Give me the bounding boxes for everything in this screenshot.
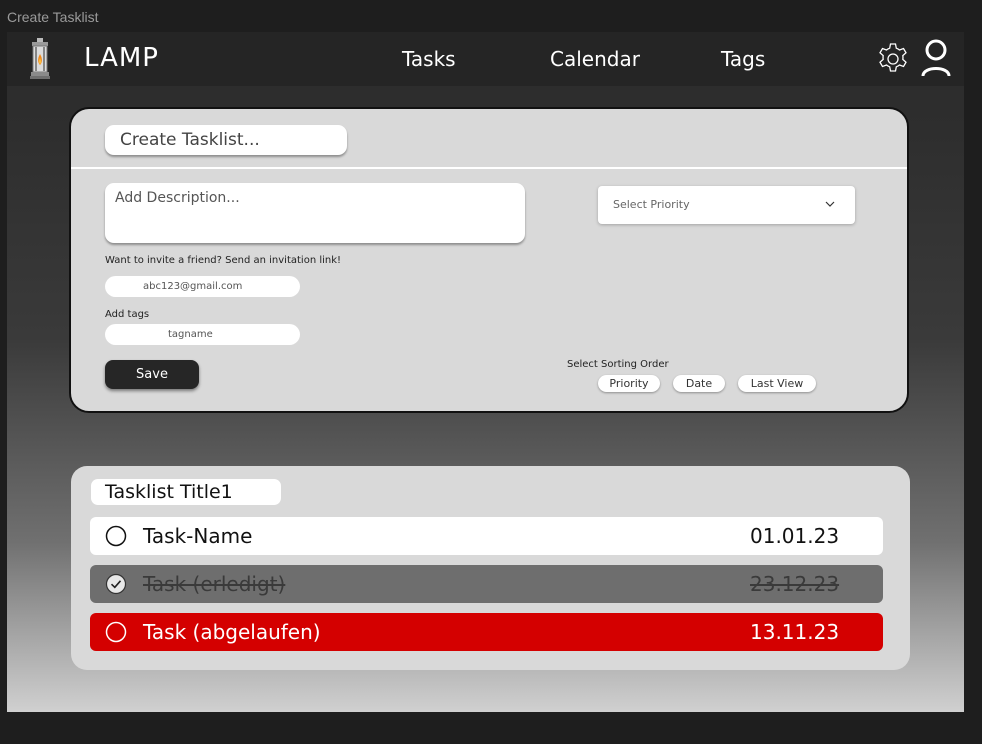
window-title: Create Tasklist <box>7 9 99 25</box>
sort-option-last-view[interactable]: Last View <box>738 375 816 392</box>
check-circle-icon[interactable] <box>105 573 127 595</box>
radio-circle-icon[interactable] <box>105 525 127 547</box>
tasklist-card: Tasklist Title1 Task-Name 01.01.23 Task … <box>71 466 910 670</box>
card-divider <box>71 167 907 169</box>
chevron-down-icon <box>825 201 835 207</box>
task-name: Task-Name <box>143 524 253 548</box>
task-date: 13.11.23 <box>750 620 840 644</box>
navbar: LAMP Tasks Calendar Tags <box>7 32 964 86</box>
invite-label: Want to invite a friend? Send an invitat… <box>105 255 342 266</box>
app-frame: LAMP Tasks Calendar Tags Create Tasklist… <box>7 32 964 712</box>
user-icon[interactable] <box>919 38 953 78</box>
description-input[interactable]: Add Description... <box>105 183 525 243</box>
save-button[interactable]: Save <box>105 360 199 389</box>
priority-select-label: Select Priority <box>613 198 690 211</box>
tags-label: Add tags <box>105 309 150 320</box>
nav-link-calendar[interactable]: Calendar <box>550 47 640 71</box>
task-name: Task (erledigt) <box>143 572 286 596</box>
brand-title: LAMP <box>84 43 159 73</box>
tasklist-title-input[interactable]: Create Tasklist... <box>105 125 347 155</box>
radio-circle-icon[interactable] <box>105 621 127 643</box>
gear-icon[interactable] <box>875 41 911 77</box>
sort-option-date[interactable]: Date <box>673 375 725 392</box>
priority-select[interactable]: Select Priority <box>598 186 855 224</box>
lamp-icon[interactable] <box>27 37 53 81</box>
task-row[interactable]: Task-Name 01.01.23 <box>90 517 883 555</box>
tags-input[interactable]: tagname <box>105 324 300 345</box>
task-row-done[interactable]: Task (erledigt) 23.12.23 <box>90 565 883 603</box>
sorting-label: Select Sorting Order <box>567 359 669 370</box>
nav-link-tasks[interactable]: Tasks <box>402 47 456 71</box>
task-date: 23.12.23 <box>750 572 840 596</box>
task-name: Task (abgelaufen) <box>143 620 321 644</box>
invite-email-input[interactable]: abc123@gmail.com <box>105 276 300 297</box>
task-row-overdue[interactable]: Task (abgelaufen) 13.11.23 <box>90 613 883 651</box>
create-tasklist-card: Create Tasklist... Add Description... Se… <box>69 107 909 413</box>
nav-link-tags[interactable]: Tags <box>721 47 765 71</box>
sort-option-priority[interactable]: Priority <box>598 375 660 392</box>
task-date: 01.01.23 <box>750 524 840 548</box>
tasklist-title: Tasklist Title1 <box>91 479 281 505</box>
